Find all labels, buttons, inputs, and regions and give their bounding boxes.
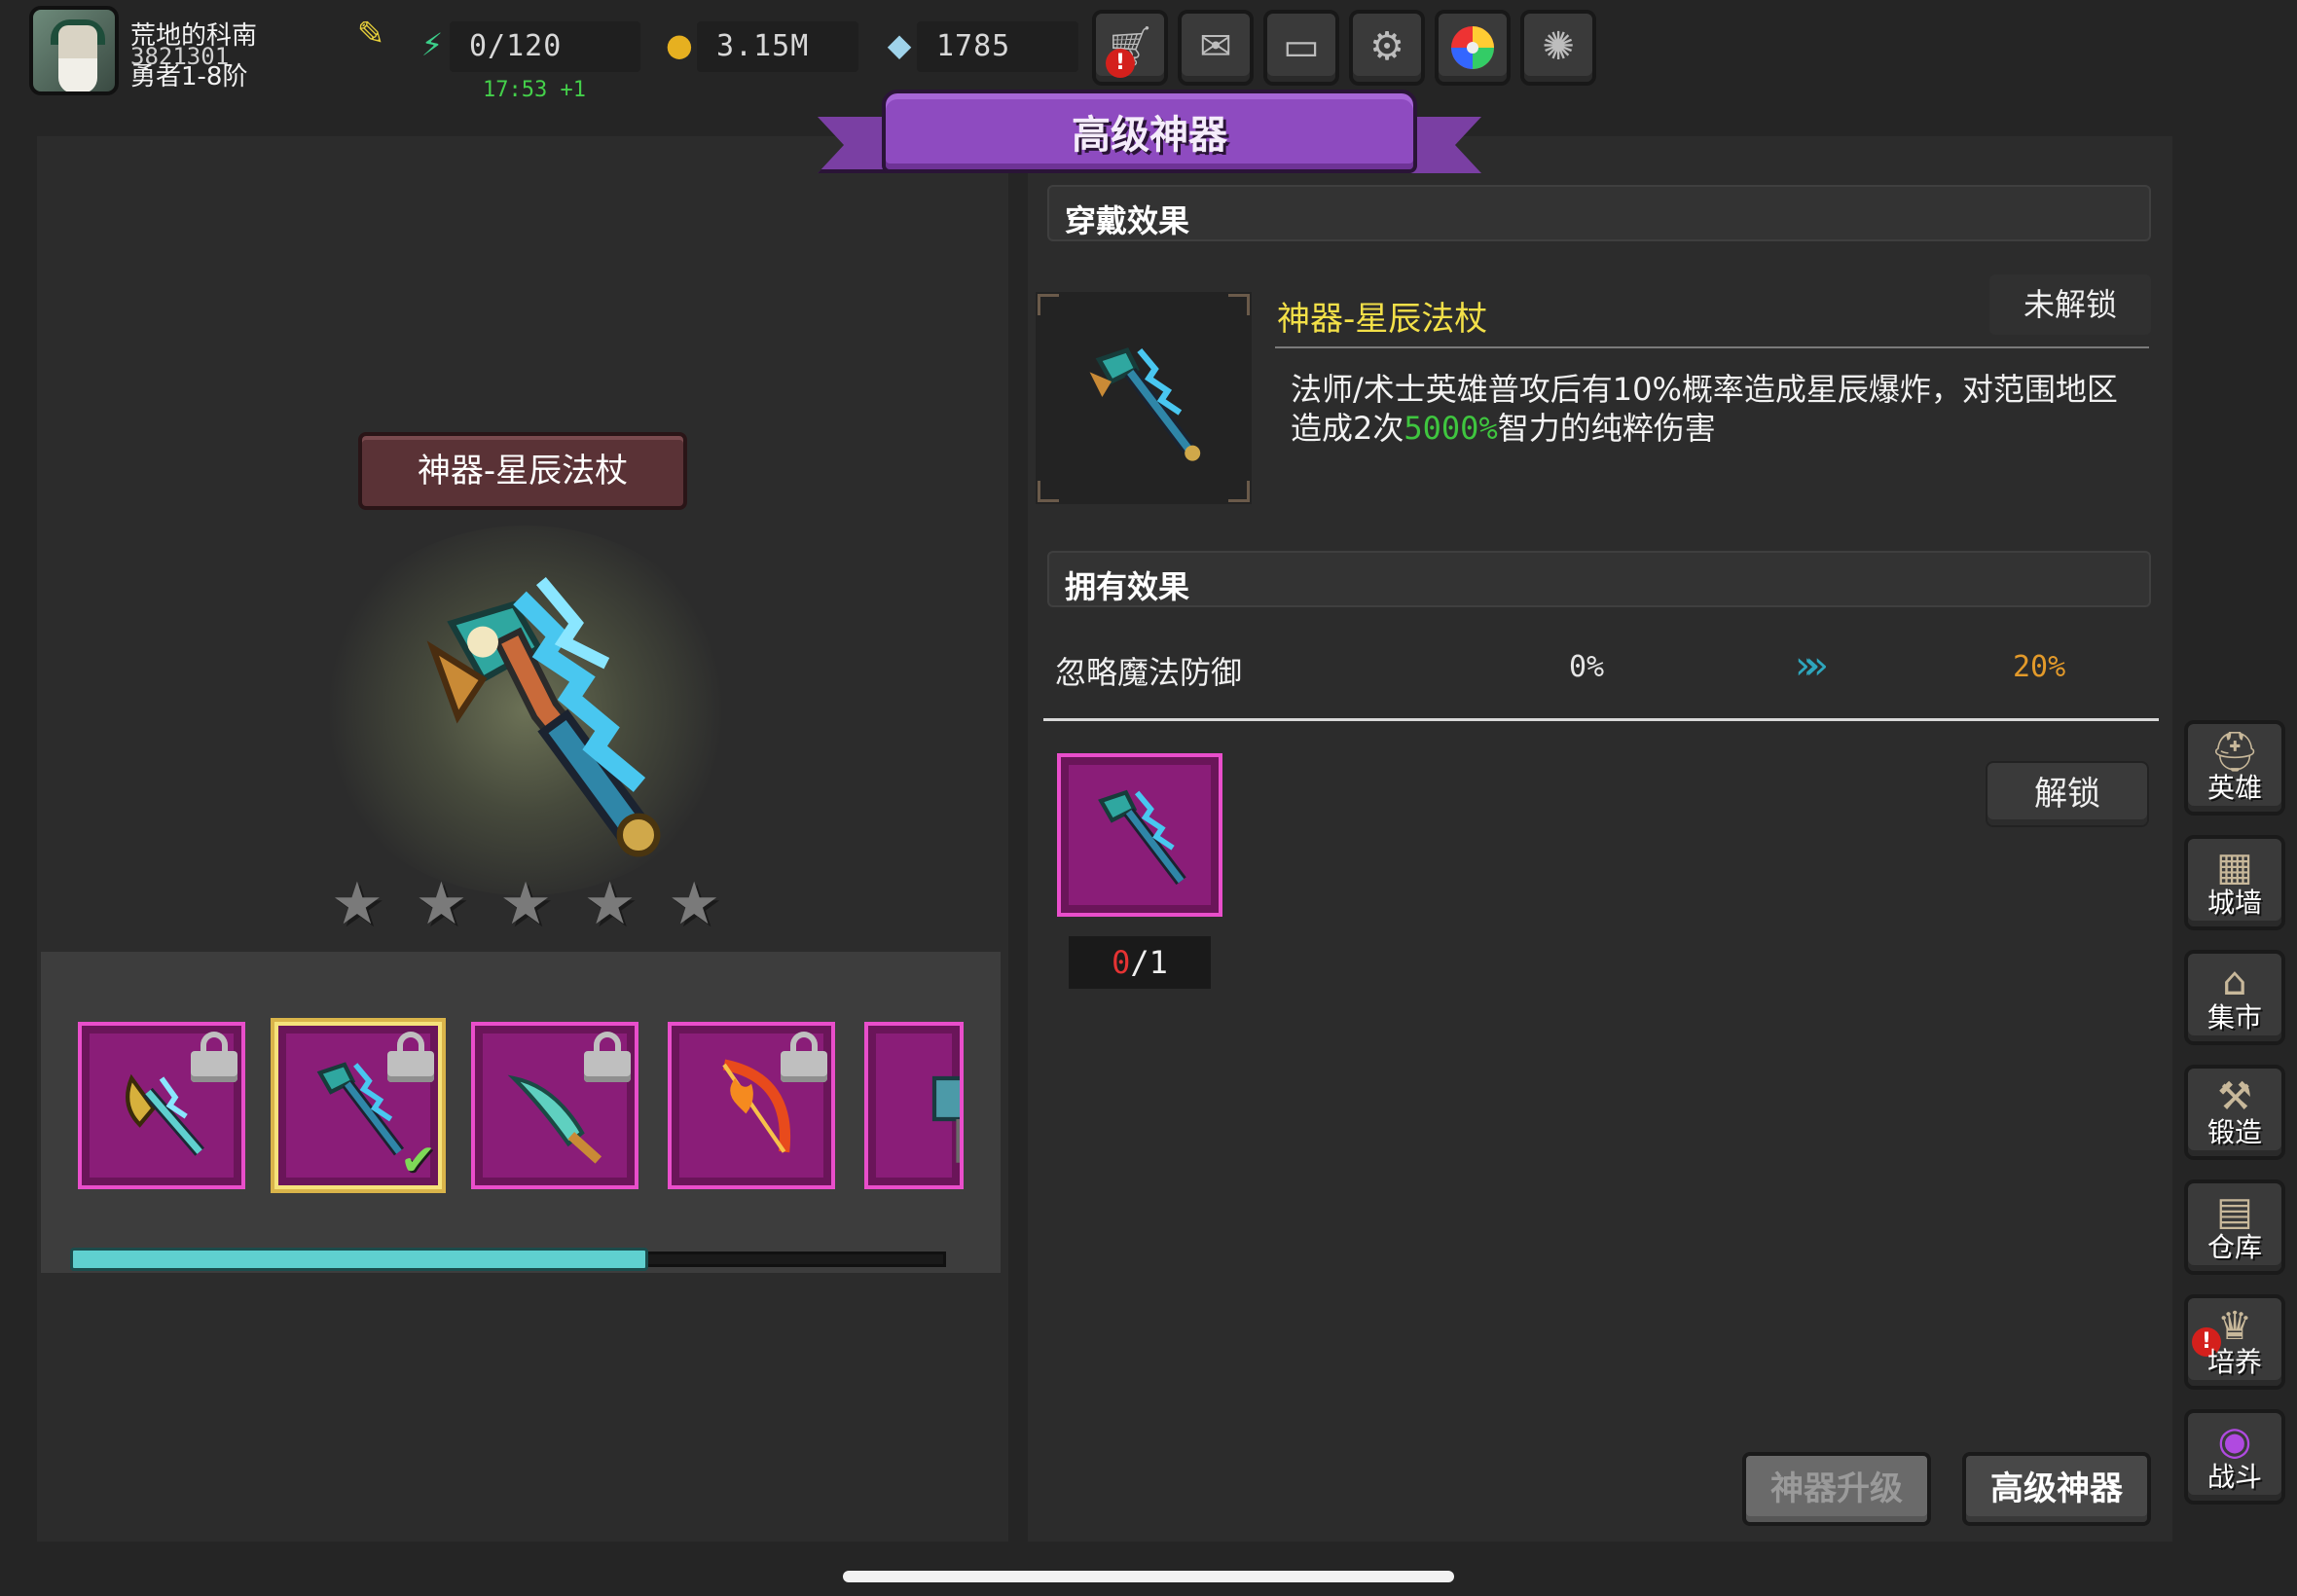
nav-battle-label: 战斗 (2206, 1461, 2262, 1493)
double-arrow-icon: »» (1795, 643, 1829, 688)
tab-artifact-upgrade[interactable]: 神器升级 (1742, 1452, 1931, 1526)
lock-status-label: 未解锁 (2023, 286, 2117, 323)
nav-train-label: 培养 (2206, 1346, 2262, 1378)
lock-status-badge: 未解锁 (1989, 274, 2151, 335)
star-icon: ★ (331, 870, 383, 938)
artifact-slot-fire-bow[interactable] (668, 1022, 835, 1189)
artifact-preview-frame (1036, 292, 1252, 504)
gold-counter: 3.15M (697, 21, 858, 72)
artifact-slot-hammer[interactable] (864, 1022, 964, 1189)
gamepad-icon: ▭ (1283, 24, 1320, 69)
nav-battle[interactable]: ◉ 战斗 (2184, 1409, 2285, 1505)
star-icon: ★ (499, 870, 552, 938)
own-effect-header: 拥有效果 (1047, 551, 2151, 607)
stat-name: 忽略魔法防御 (1055, 654, 1243, 691)
home-indicator[interactable] (843, 1571, 1454, 1582)
star-icon: ★ (668, 870, 720, 938)
color-wheel-icon (1451, 26, 1494, 69)
gold-value: 3.15M (716, 29, 810, 63)
fireworks-icon: ✺ (1542, 24, 1575, 69)
description-highlight: 5000% (1404, 410, 1498, 447)
own-effect-title: 拥有效果 (1065, 568, 1190, 605)
energy-value: 0/120 (469, 29, 563, 63)
unlock-button[interactable]: 解锁 (1986, 761, 2149, 827)
stat-current-value: 0% (1569, 650, 1605, 684)
artifact-slot-star-staff[interactable]: ✔ (274, 1022, 442, 1189)
material-required: /1 (1130, 944, 1168, 981)
mail-button[interactable]: ✉ (1178, 10, 1254, 86)
stat-next-value: 20% (2013, 650, 2066, 684)
tab-advanced-artifact[interactable]: 高级神器 (1962, 1452, 2151, 1526)
lock-icon (584, 1032, 631, 1082)
checkmark-icon: ✔ (400, 1136, 436, 1185)
unlock-button-label: 解锁 (2034, 775, 2100, 814)
star-staff-icon (1089, 347, 1201, 461)
material-count: 0/1 (1069, 936, 1211, 989)
title-banner: 高级神器 (818, 90, 1481, 183)
description-text-2: 智力的纯粹伤害 (1497, 410, 1716, 447)
material-have: 0 (1112, 944, 1131, 981)
star-staff-icon (426, 576, 661, 857)
name-underline (1275, 346, 2149, 348)
nav-hero-label: 英雄 (2206, 772, 2262, 804)
edit-icon[interactable]: ✎ (352, 16, 389, 53)
nav-wall-label: 城墙 (2206, 887, 2262, 919)
star-staff-icon (1098, 789, 1186, 886)
lucky-wheel-button[interactable] (1435, 10, 1511, 86)
event-button[interactable]: ✺ (1520, 10, 1596, 86)
artifact-detail-name: 神器-星辰法杖 (1277, 300, 1488, 339)
gem-value: 1785 (936, 29, 1011, 63)
star-icon: ★ (583, 870, 637, 938)
energy-timer: 17:53 +1 (483, 78, 586, 102)
artifact-name-plate: 神器-星辰法杖 (358, 432, 687, 510)
nav-wall[interactable]: ▦ 城墙 (2184, 835, 2285, 930)
star-rating: ★ ★ ★ ★ ★ (331, 870, 720, 938)
nav-market-label: 集市 (2206, 1001, 2262, 1034)
required-material-slot[interactable] (1057, 753, 1222, 917)
mail-icon: ✉ (1199, 24, 1232, 69)
nav-forge-label: 锻造 (2206, 1116, 2262, 1148)
artifact-slot-blade[interactable] (471, 1022, 638, 1189)
carousel-scroll-thumb[interactable] (70, 1248, 648, 1271)
player-rank: 勇者1-8阶 (130, 62, 248, 91)
nav-warehouse-label: 仓库 (2206, 1231, 2262, 1263)
gem-counter: 1785 (917, 21, 1078, 72)
player-avatar[interactable] (29, 6, 119, 95)
nav-hero[interactable]: ⛑ 英雄 (2184, 720, 2285, 816)
gem-icon: ◆ (887, 26, 912, 63)
lock-icon (387, 1032, 434, 1082)
gear-icon: ⚙ (1369, 24, 1404, 69)
nav-warehouse[interactable]: ▤ 仓库 (2184, 1179, 2285, 1275)
settings-button[interactable]: ⚙ (1349, 10, 1425, 86)
nav-forge[interactable]: ⚒ 锻造 (2184, 1065, 2285, 1160)
shop-button[interactable]: 🛒︎ ! (1092, 10, 1168, 86)
star-icon: ★ (415, 870, 468, 938)
energy-icon: ⚡ (420, 26, 444, 63)
lock-icon (191, 1032, 237, 1082)
gamepad-button[interactable]: ▭ (1263, 10, 1339, 86)
nav-train[interactable]: ♛ ! 培养 (2184, 1294, 2285, 1390)
page-title: 高级神器 (1072, 113, 1227, 158)
gold-coin-icon: ● (666, 26, 693, 63)
energy-counter: 0/120 (450, 21, 640, 72)
wear-effect-title: 穿戴效果 (1065, 202, 1190, 239)
artifact-name-label: 神器-星辰法杖 (417, 452, 629, 490)
lock-icon (781, 1032, 827, 1082)
alert-icon: ! (1106, 49, 1135, 78)
stat-row: 忽略魔法防御 0% »» 20% (1055, 642, 2151, 693)
nav-market[interactable]: ⌂ 集市 (2184, 950, 2285, 1045)
artifact-slot-axe[interactable] (78, 1022, 245, 1189)
section-divider (1043, 718, 2159, 721)
hammer-icon (931, 1075, 960, 1163)
artifact-description: 法师/术士英雄普攻后有10%概率造成星辰爆炸，对范围地区造成2次5000%智力的… (1291, 370, 2147, 448)
wear-effect-header: 穿戴效果 (1047, 185, 2151, 241)
